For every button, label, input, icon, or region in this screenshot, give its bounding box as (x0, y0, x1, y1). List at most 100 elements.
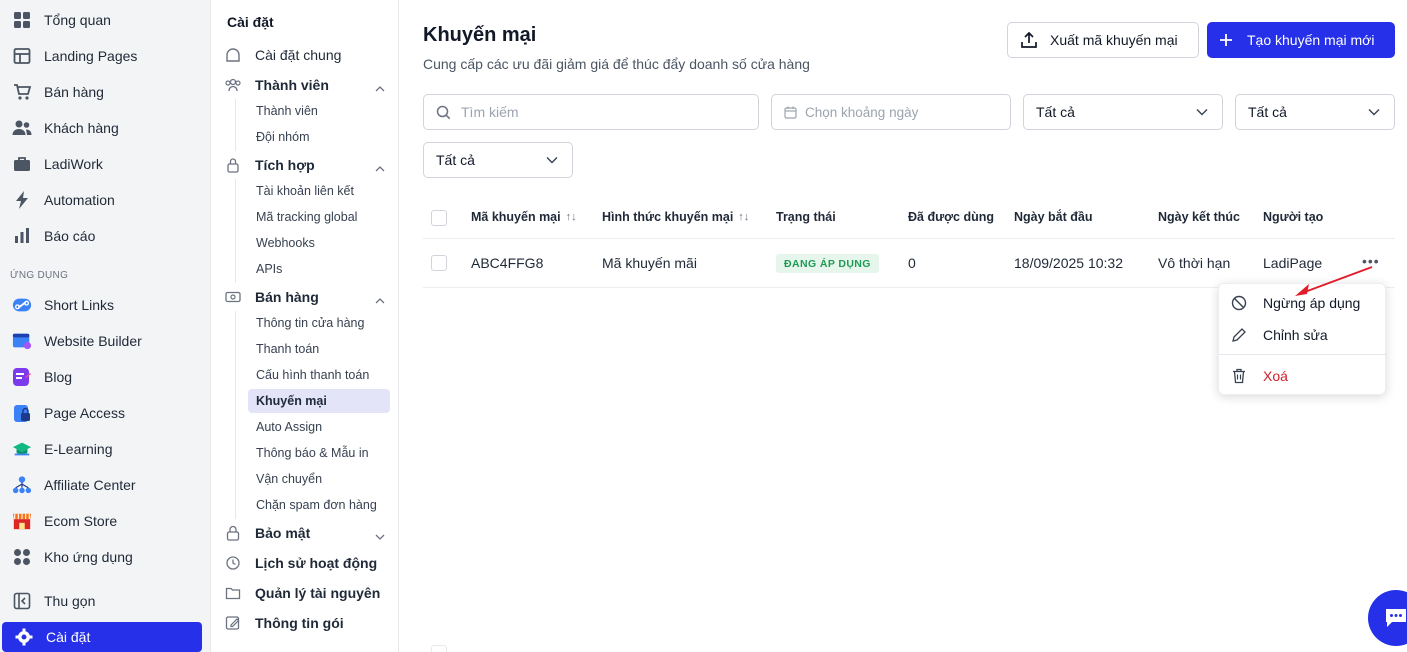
nav-item-affiliate-center[interactable]: Affiliate Center (0, 468, 211, 502)
settings-plan-info[interactable]: Thông tin gói (225, 610, 391, 636)
calendar-icon (784, 106, 797, 119)
type-filter-select[interactable]: Tất cả (1023, 94, 1223, 130)
col-creator-label: Người tạo (1263, 210, 1324, 224)
upload-icon (1020, 31, 1038, 49)
col-used-label: Đã được dùng (908, 210, 994, 224)
settings-sales-group[interactable]: Bán hàng (225, 284, 391, 310)
nav-item-e-learning[interactable]: E-Learning (0, 432, 211, 466)
nav-label: Landing Pages (44, 48, 138, 64)
export-button[interactable]: Xuất mã khuyến mại (1007, 22, 1199, 58)
settings-members-item[interactable]: Thành viên (248, 99, 390, 123)
row-checkbox[interactable] (431, 255, 447, 271)
sort-icon[interactable]: ↑↓ (566, 211, 577, 223)
nav-item-dashboard[interactable]: Tổng quan (0, 3, 211, 37)
menu-divider (1219, 354, 1387, 355)
settings-security-group[interactable]: Bảo mật (225, 520, 391, 546)
lock-icon (12, 403, 32, 423)
settings-apis[interactable]: APIs (248, 257, 390, 281)
sort-icon[interactable]: ↑↓ (738, 211, 749, 223)
collapse-button[interactable]: Thu gọn (0, 584, 211, 618)
type-filter-value: Tất cả (1036, 104, 1075, 120)
col-type-header[interactable]: Hình thức khuyến mại ↑↓ (602, 210, 749, 224)
cell-end-date: Vô thời hạn (1158, 255, 1231, 271)
nav-item-automation[interactable]: Automation (0, 183, 211, 217)
ban-icon (1231, 295, 1247, 311)
menu-edit[interactable]: Chỉnh sửa (1219, 320, 1387, 350)
network-icon (12, 475, 32, 495)
settings-sales-label: Bán hàng (255, 289, 319, 305)
settings-sidebar: Cài đặt Cài đặt chung Thành viên Thành v… (211, 0, 399, 652)
col-code-header[interactable]: Mã khuyến mại ↑↓ (471, 210, 577, 224)
menu-delete[interactable]: Xoá (1219, 361, 1387, 391)
nav-label: Website Builder (44, 333, 142, 349)
status-filter-select[interactable]: Tất cả (1235, 94, 1395, 130)
settings-title: Cài đặt (227, 14, 274, 30)
search-icon (436, 105, 451, 120)
chevron-up-icon (375, 80, 385, 96)
row-checkbox[interactable] (431, 645, 447, 652)
settings-notifications-print[interactable]: Thông báo & Mẫu in (248, 441, 390, 465)
settings-tracking-global[interactable]: Mã tracking global (248, 205, 390, 229)
date-range-picker[interactable]: Chọn khoảng ngày (771, 94, 1011, 130)
settings-webhooks[interactable]: Webhooks (248, 231, 390, 255)
settings-integration-group[interactable]: Tích hợp (225, 152, 391, 178)
nav-item-ladiwork[interactable]: LadiWork (0, 147, 211, 181)
nav-item-website-builder[interactable]: Website Builder (0, 324, 211, 358)
nav-label: Báo cáo (44, 228, 96, 244)
search-input[interactable]: Tìm kiếm (423, 94, 759, 130)
chevron-down-icon (1196, 108, 1208, 116)
graduation-icon (12, 439, 32, 459)
nav-item-sales[interactable]: Bán hàng (0, 75, 211, 109)
settings-payment-config[interactable]: Cấu hình thanh toán (248, 363, 390, 387)
settings-shipping[interactable]: Vận chuyển (248, 467, 390, 491)
nav-item-reports[interactable]: Báo cáo (0, 219, 211, 253)
status-badge: ĐANG ÁP DỤNG (776, 254, 879, 273)
nav-label: Ecom Store (44, 513, 118, 529)
settings-resources[interactable]: Quản lý tài nguyên (225, 580, 391, 606)
col-status-label: Trạng thái (776, 210, 836, 224)
nav-item-ecom-store[interactable]: Ecom Store (0, 504, 211, 538)
tree-line (235, 179, 236, 283)
settings-teams-item[interactable]: Đội nhóm (248, 125, 390, 149)
tree-line (235, 311, 236, 519)
bar-chart-icon (12, 226, 32, 246)
cell-code: ABC4FFG8 (471, 255, 544, 271)
settings-members-group[interactable]: Thành viên (225, 72, 391, 98)
settings-spam-block[interactable]: Chặn spam đơn hàng (248, 493, 390, 517)
create-promotion-button[interactable]: Tạo khuyến mại mới (1207, 22, 1395, 58)
settings-plan-label: Thông tin gói (255, 615, 344, 631)
history-icon (225, 555, 241, 571)
settings-general[interactable]: Cài đặt chung (225, 42, 391, 68)
settings-linked-accounts[interactable]: Tài khoản liên kết (248, 179, 390, 203)
nav-label: Cài đặt (46, 629, 91, 645)
settings-payment[interactable]: Thanh toán (248, 337, 390, 361)
select-all-checkbox[interactable] (431, 210, 447, 226)
cell-used: 0 (908, 255, 916, 271)
cell-type: Mã khuyến mãi (602, 255, 697, 271)
menu-delete-label: Xoá (1263, 368, 1288, 384)
nav-item-app-store[interactable]: Kho ứng dụng (0, 540, 211, 574)
nav-item-customers[interactable]: Khách hàng (0, 111, 211, 145)
settings-auto-assign[interactable]: Auto Assign (248, 415, 390, 439)
nav-item-short-links[interactable]: Short Links (0, 288, 211, 322)
chat-button[interactable] (1368, 590, 1407, 646)
apps-icon (12, 547, 32, 567)
settings-promotions[interactable]: Khuyến mại (248, 389, 390, 413)
nav-item-settings[interactable]: Cài đặt (2, 622, 202, 652)
lock-icon (225, 525, 241, 541)
settings-store-info[interactable]: Thông tin cửa hàng (248, 311, 390, 335)
tree-line (235, 99, 236, 151)
settings-activity-history[interactable]: Lịch sử hoạt động (225, 550, 391, 576)
creator-filter-select[interactable]: Tất cả (423, 142, 573, 178)
nav-item-page-access[interactable]: Page Access (0, 396, 211, 430)
nav-label: LadiWork (44, 156, 103, 172)
nav-item-blog[interactable]: Blog (0, 360, 211, 394)
home-icon (225, 47, 241, 63)
settings-general-label: Cài đặt chung (255, 47, 342, 63)
col-type-label: Hình thức khuyến mại (602, 210, 734, 224)
nav-item-landing-pages[interactable]: Landing Pages (0, 39, 211, 73)
store-icon (12, 511, 32, 531)
annotation-arrow-icon (1295, 266, 1373, 296)
cell-start-date: 18/09/2025 10:32 (1014, 255, 1123, 271)
col-creator-header: Người tạo (1263, 210, 1323, 224)
